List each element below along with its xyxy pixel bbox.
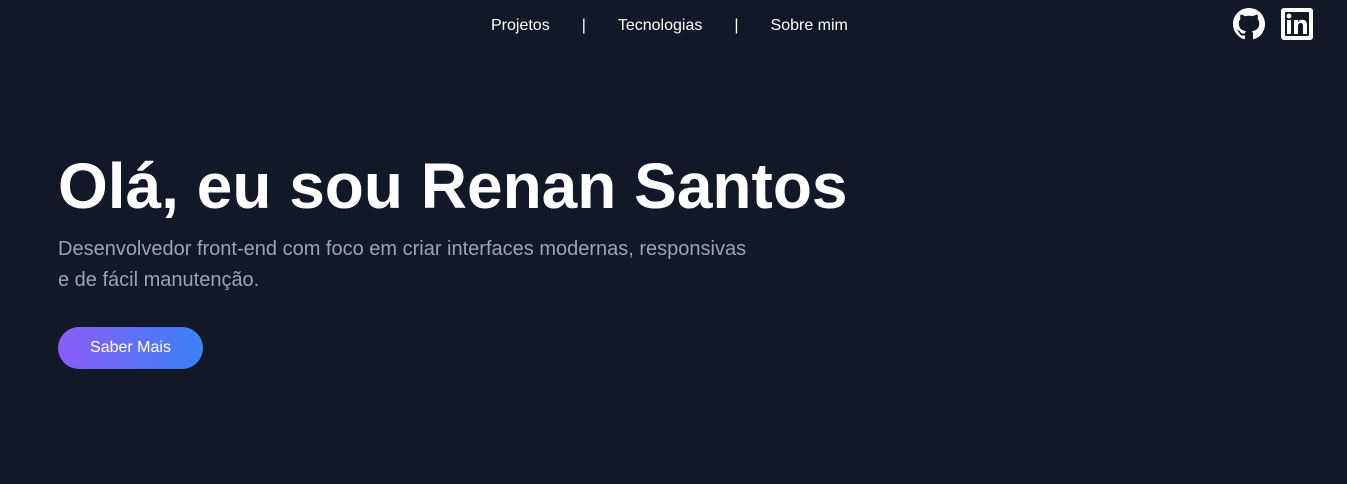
hero-section: Olá, eu sou Renan Santos Desenvolvedor f… (58, 150, 878, 369)
nav-links: Projetos | Tecnologias | Sobre mim (491, 16, 848, 36)
nav-separator: | (581, 17, 586, 34)
top-navbar: Projetos | Tecnologias | Sobre mim (0, 0, 1347, 52)
hero-subtitle-line-1: Desenvolvedor front-end com foco em cria… (58, 238, 747, 260)
nav-link-sobre-mim[interactable]: Sobre mim (771, 16, 848, 36)
saber-mais-button[interactable]: Saber Mais (58, 327, 203, 369)
nav-link-projetos[interactable]: Projetos (491, 16, 550, 36)
nav-link-tecnologias[interactable]: Tecnologias (618, 16, 703, 36)
hero-title: Olá, eu sou Renan Santos (58, 150, 848, 222)
hero-subtitle: Desenvolvedor front-end com foco em cria… (58, 234, 758, 296)
linkedin-icon[interactable] (1281, 8, 1313, 40)
social-links (1233, 8, 1313, 40)
hero-subtitle-line-2: e de fácil manutenção. (58, 269, 260, 291)
github-icon[interactable] (1233, 8, 1265, 40)
nav-separator: | (734, 17, 739, 34)
page: Projetos | Tecnologias | Sobre mim Olá, … (0, 0, 1347, 484)
